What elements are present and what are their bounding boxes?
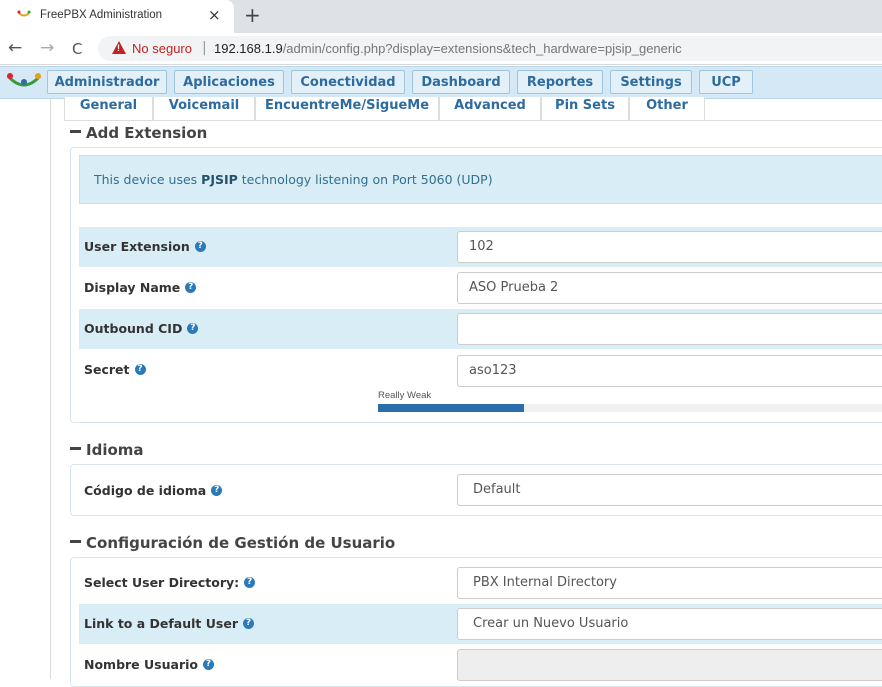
url-text[interactable]: 192.168.1.9/admin/config.php?display=ext… bbox=[214, 41, 682, 56]
tab-encuentreme[interactable]: EncuentreMe/SigueMe bbox=[255, 97, 439, 121]
browser-tab-title: FreePBX Administration bbox=[40, 9, 163, 21]
secret-label: Secret? bbox=[84, 362, 146, 377]
info-tech: PJSIP bbox=[201, 172, 238, 187]
idioma-title: Idioma bbox=[86, 441, 144, 459]
username-input[interactable] bbox=[457, 649, 882, 681]
help-icon[interactable]: ? bbox=[202, 659, 214, 670]
browser-tab[interactable]: FreePBX Administration × bbox=[0, 0, 234, 33]
user-management-header[interactable]: Configuración de Gestión de Usuario bbox=[70, 534, 395, 552]
url-separator: | bbox=[202, 40, 207, 56]
default-user-row: Link to a Default User? Crear un Nuevo U… bbox=[79, 604, 882, 644]
default-user-label-text: Link to a Default User bbox=[84, 616, 238, 631]
menu-administrador[interactable]: Administrador bbox=[47, 70, 167, 94]
help-icon[interactable]: ? bbox=[194, 241, 206, 252]
add-extension-header[interactable]: Add Extension bbox=[70, 124, 207, 142]
user-directory-select[interactable]: PBX Internal Directory bbox=[457, 567, 882, 599]
browser-tab-bar: FreePBX Administration × + bbox=[0, 0, 882, 33]
content-left-border bbox=[50, 97, 51, 679]
menu-aplicaciones[interactable]: Aplicaciones bbox=[174, 70, 284, 94]
language-code-select[interactable]: Default bbox=[457, 474, 882, 506]
default-user-label: Link to a Default User? bbox=[84, 616, 254, 631]
outbound-cid-row: Outbound CID? bbox=[79, 309, 882, 349]
user-extension-input[interactable]: 102 bbox=[457, 231, 882, 263]
password-strength-meter bbox=[378, 404, 882, 412]
collapse-icon[interactable] bbox=[70, 447, 81, 450]
language-code-row: Código de idioma? Default bbox=[79, 470, 882, 510]
warning-triangle-icon bbox=[112, 41, 126, 54]
close-tab-icon[interactable]: × bbox=[208, 6, 221, 24]
language-code-label: Código de idioma? bbox=[84, 483, 223, 498]
help-icon[interactable]: ? bbox=[134, 364, 146, 375]
url-omnibox[interactable]: No seguro | 192.168.1.9/admin/config.php… bbox=[98, 36, 882, 61]
username-row: Nombre Usuario? bbox=[79, 645, 882, 685]
user-directory-row: Select User Directory:? PBX Internal Dir… bbox=[79, 563, 882, 603]
add-extension-title: Add Extension bbox=[86, 124, 208, 142]
username-label: Nombre Usuario? bbox=[84, 657, 214, 672]
address-bar: ← → C No seguro | 192.168.1.9/admin/conf… bbox=[0, 33, 882, 65]
tab-advanced[interactable]: Advanced bbox=[439, 97, 541, 121]
tab-general[interactable]: General bbox=[64, 97, 153, 121]
url-host: 192.168.1.9 bbox=[214, 41, 283, 56]
secret-label-text: Secret bbox=[84, 362, 130, 377]
help-icon[interactable]: ? bbox=[185, 282, 197, 293]
user-extension-label: User Extension? bbox=[84, 239, 206, 254]
menu-reportes[interactable]: Reportes bbox=[517, 70, 603, 94]
outbound-cid-label-text: Outbound CID bbox=[84, 321, 183, 336]
username-label-text: Nombre Usuario bbox=[84, 657, 198, 672]
default-user-select[interactable]: Crear un Nuevo Usuario bbox=[457, 608, 882, 640]
menu-conectividad[interactable]: Conectividad bbox=[291, 70, 405, 94]
language-code-label-text: Código de idioma bbox=[84, 483, 207, 498]
user-directory-label-text: Select User Directory: bbox=[84, 575, 240, 590]
reload-icon[interactable]: C bbox=[72, 40, 82, 58]
help-icon[interactable]: ? bbox=[243, 618, 254, 629]
outbound-cid-input[interactable] bbox=[457, 313, 882, 345]
not-secure-label[interactable]: No seguro bbox=[132, 41, 192, 56]
display-name-row: Display Name? ASO Prueba 2 bbox=[79, 268, 882, 308]
password-strength-fill bbox=[378, 404, 525, 412]
user-extension-row: User Extension? 102 bbox=[79, 227, 882, 267]
menu-dashboard[interactable]: Dashboard bbox=[412, 70, 510, 94]
back-arrow-icon[interactable]: ← bbox=[8, 38, 22, 58]
menu-settings[interactable]: Settings bbox=[610, 70, 692, 94]
help-icon[interactable]: ? bbox=[187, 323, 199, 334]
collapse-icon[interactable] bbox=[70, 540, 81, 543]
tabs-divider bbox=[64, 120, 882, 121]
password-strength-label: Really Weak bbox=[378, 390, 432, 401]
info-suffix: technology listening on Port 5060 (UDP) bbox=[237, 172, 493, 187]
tab-voicemail[interactable]: Voicemail bbox=[153, 97, 255, 121]
freepbx-logo-icon[interactable] bbox=[4, 70, 44, 92]
help-icon[interactable]: ? bbox=[244, 577, 256, 588]
url-path: /admin/config.php?display=extensions&tec… bbox=[282, 41, 682, 56]
freepbx-favicon-icon bbox=[17, 10, 31, 17]
tab-pin-sets[interactable]: Pin Sets bbox=[541, 97, 629, 121]
forward-arrow-icon[interactable]: → bbox=[40, 38, 54, 58]
display-name-input[interactable]: ASO Prueba 2 bbox=[457, 272, 882, 304]
secret-input[interactable]: aso123 bbox=[457, 355, 882, 387]
new-tab-button[interactable]: + bbox=[244, 3, 261, 27]
collapse-icon[interactable] bbox=[70, 130, 81, 133]
info-prefix: This device uses bbox=[94, 172, 202, 187]
display-name-label: Display Name? bbox=[84, 280, 197, 295]
pjsip-info-alert: This device uses PJSIP technology listen… bbox=[79, 155, 882, 204]
user-directory-label: Select User Directory:? bbox=[84, 575, 256, 590]
user-extension-label-text: User Extension bbox=[84, 239, 190, 254]
help-icon[interactable]: ? bbox=[211, 485, 223, 496]
outbound-cid-label: Outbound CID? bbox=[84, 321, 199, 336]
user-management-title: Configuración de Gestión de Usuario bbox=[86, 534, 396, 552]
idioma-header[interactable]: Idioma bbox=[70, 441, 144, 459]
menu-ucp[interactable]: UCP bbox=[699, 70, 753, 94]
freepbx-menu-bar: Administrador Aplicaciones Conectividad … bbox=[0, 66, 882, 99]
tab-other[interactable]: Other bbox=[629, 97, 705, 121]
display-name-label-text: Display Name bbox=[84, 280, 181, 295]
